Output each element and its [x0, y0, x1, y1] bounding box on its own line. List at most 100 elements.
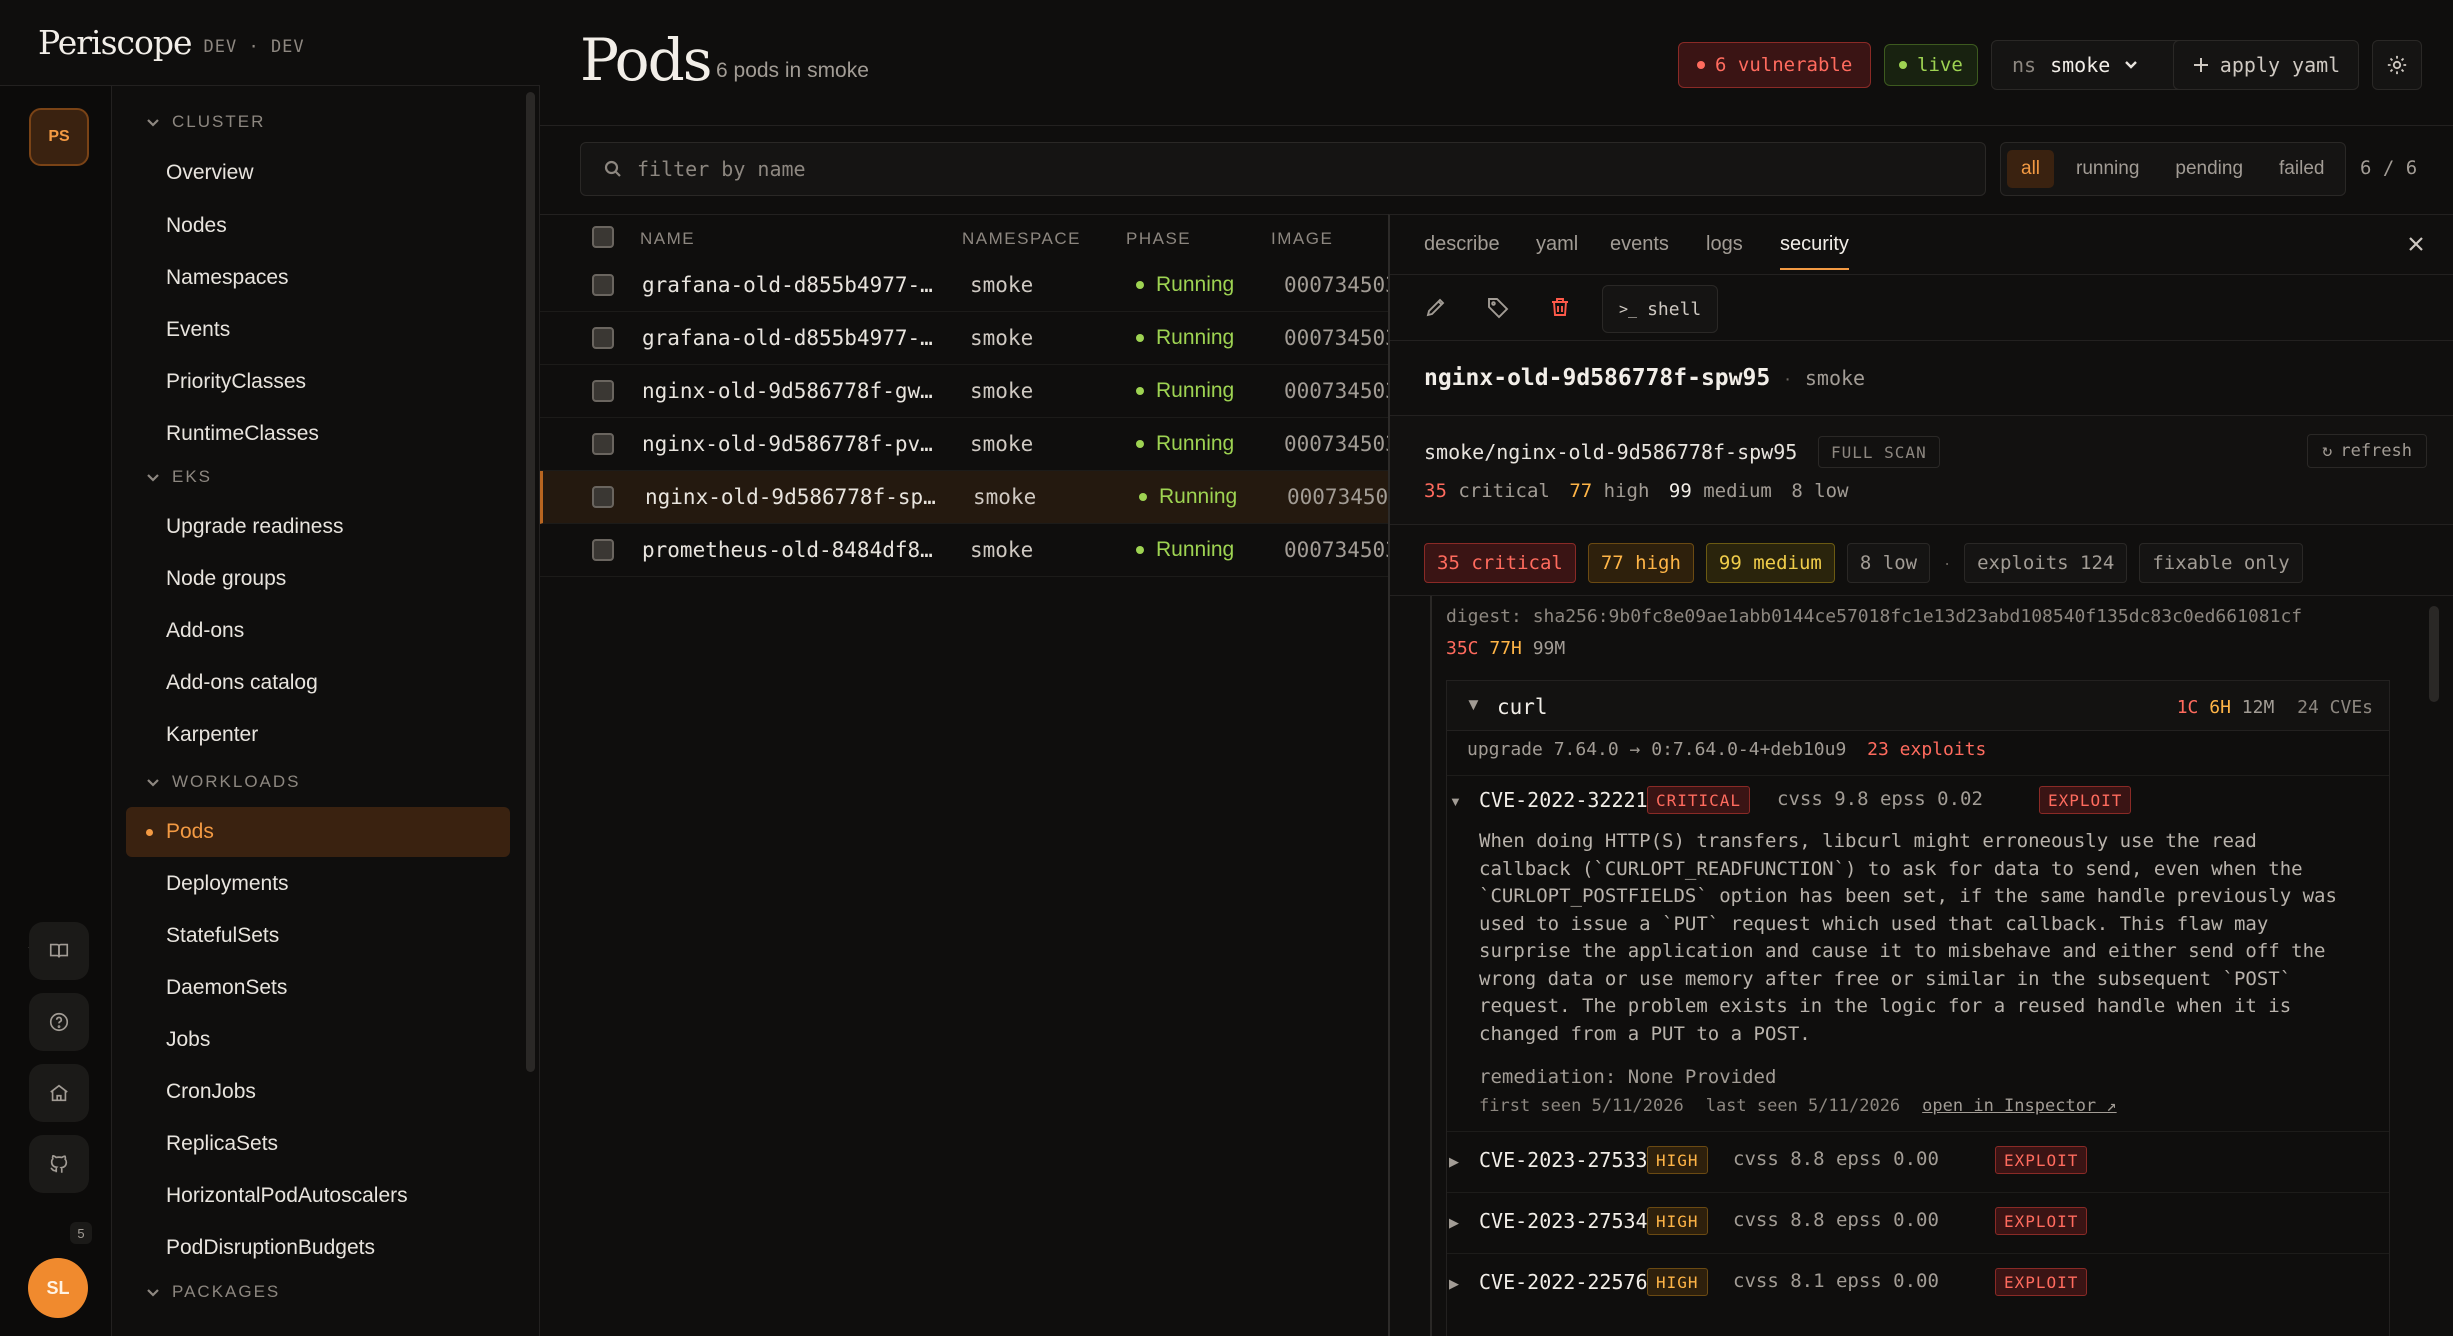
filter-failed[interactable]: failed: [2265, 150, 2338, 188]
sidebar-item-node-groups[interactable]: Node groups: [126, 554, 510, 604]
chip-critical[interactable]: 35 critical: [1424, 543, 1576, 583]
sidebar-item-nodes[interactable]: Nodes: [126, 201, 510, 251]
github-button[interactable]: [29, 1135, 89, 1193]
user-avatar[interactable]: SL: [28, 1258, 88, 1318]
column-header-phase[interactable]: PHASE: [1126, 229, 1191, 249]
pod-name-cell[interactable]: grafana-old-d855b4977-v…: [642, 273, 942, 297]
severity-summary: 35 critical 77 high 99 medium 8 low: [1424, 480, 1849, 502]
sidebar-item-events[interactable]: Events: [126, 305, 510, 355]
edit-button[interactable]: [1420, 291, 1452, 323]
vulnerable-badge[interactable]: 6 vulnerable: [1678, 42, 1872, 88]
filter-all[interactable]: all: [2007, 150, 2055, 188]
delete-button[interactable]: [1544, 291, 1576, 323]
package-header[interactable]: ▼ curl 1C 6H 12M 24 CVEs: [1447, 681, 2389, 731]
section-eks[interactable]: EKS: [146, 467, 212, 487]
sidebar-item-overview[interactable]: Overview: [126, 148, 510, 198]
column-header-image[interactable]: IMAGE: [1271, 229, 1333, 249]
sidebar-item-priorityclasses[interactable]: PriorityClasses: [126, 357, 510, 407]
running-dot: [1136, 281, 1144, 289]
sidebar-item-jobs[interactable]: Jobs: [126, 1015, 510, 1065]
table-row[interactable]: nginx-old-9d586778f-spw… smoke Running 0007…: [540, 471, 1388, 524]
table-row[interactable]: grafana-old-d855b4977-v… smoke Running 0007…: [540, 259, 1388, 312]
sidebar-item-deployments[interactable]: Deployments: [126, 859, 510, 909]
detail-toolbar: >_ shell: [1390, 275, 2453, 341]
home-button[interactable]: [29, 1064, 89, 1122]
medium-label: medium: [1703, 480, 1772, 502]
select-all-checkbox[interactable]: [592, 226, 614, 248]
namespace-select[interactable]: ns smoke: [1991, 40, 2201, 90]
sidebar-item-pods[interactable]: Pods: [126, 807, 510, 857]
package-exploit-count: 23 exploits: [1867, 739, 1987, 760]
namespace-cell: smoke: [970, 432, 1034, 456]
sidebar-item-add-ons[interactable]: Add-ons: [126, 606, 510, 656]
cve-id[interactable]: CVE-2022-32221: [1479, 788, 1648, 812]
row-checkbox[interactable]: [592, 433, 614, 455]
table-row[interactable]: grafana-old-d855b4977-x… smoke Running 0007…: [540, 312, 1388, 365]
pod-name-cell[interactable]: nginx-old-9d586778f-pvr…: [642, 432, 942, 456]
section-packages[interactable]: PACKAGES: [146, 1282, 280, 1302]
filter-pending[interactable]: pending: [2161, 150, 2257, 188]
filter-running[interactable]: running: [2062, 150, 2153, 188]
row-checkbox[interactable]: [592, 274, 614, 296]
row-checkbox[interactable]: [592, 539, 614, 561]
live-badge[interactable]: live: [1884, 44, 1978, 86]
table-row[interactable]: nginx-old-9d586778f-gwv… smoke Running 0007…: [540, 365, 1388, 418]
row-checkbox[interactable]: [592, 380, 614, 402]
table-row[interactable]: prometheus-old-8484df85… smoke Running 0007…: [540, 524, 1388, 577]
section-cluster[interactable]: CLUSTER: [146, 112, 265, 132]
row-checkbox[interactable]: [592, 327, 614, 349]
pod-name-cell[interactable]: prometheus-old-8484df85…: [642, 538, 942, 562]
cve-item[interactable]: ▶ CVE-2022-22576 HIGH cvss 8.1 epss 0.00…: [1447, 1253, 2389, 1314]
sidebar-item-pdb[interactable]: PodDisruptionBudgets: [126, 1223, 510, 1273]
pod-name-cell[interactable]: grafana-old-d855b4977-x…: [642, 326, 942, 350]
tab-events[interactable]: events: [1610, 233, 1669, 256]
collapse-triangle-icon[interactable]: ▼: [1449, 794, 1462, 809]
cve-item[interactable]: ▶ CVE-2023-27533 HIGH cvss 8.8 epss 0.00…: [1447, 1131, 2389, 1192]
workspace-avatar[interactable]: PS: [29, 108, 89, 166]
table-row[interactable]: nginx-old-9d586778f-pvr… smoke Running 0007…: [540, 418, 1388, 471]
help-button[interactable]: [29, 993, 89, 1051]
column-header-name[interactable]: NAME: [640, 229, 695, 249]
theme-toggle-button[interactable]: [2372, 40, 2422, 90]
sidebar-item-namespaces[interactable]: Namespaces: [126, 253, 510, 303]
sidebar-item-karpenter[interactable]: Karpenter: [126, 710, 510, 760]
sidebar-item-hpa[interactable]: HorizontalPodAutoscalers: [126, 1171, 510, 1221]
chip-exploits[interactable]: exploits 124: [1964, 543, 2128, 583]
column-header-namespace[interactable]: NAMESPACE: [962, 229, 1081, 249]
tab-yaml[interactable]: yaml: [1536, 233, 1578, 256]
high-label: high: [1603, 480, 1650, 502]
severity-tag: HIGH: [1647, 1268, 1708, 1296]
row-checkbox[interactable]: [592, 486, 614, 508]
sidebar-scrollbar[interactable]: [526, 92, 535, 1072]
refresh-button[interactable]: ↻ refresh: [2307, 434, 2427, 468]
open-in-inspector-link[interactable]: open in Inspector ↗: [1922, 1096, 2116, 1116]
shell-button[interactable]: >_ shell: [1602, 285, 1719, 333]
sidebar-item-upgrade-readiness[interactable]: Upgrade readiness: [126, 502, 510, 552]
labels-button[interactable]: [1482, 291, 1514, 323]
vulnerability-scrollbar[interactable]: [2429, 606, 2439, 702]
tab-describe[interactable]: describe: [1424, 233, 1500, 256]
chip-high[interactable]: 77 high: [1587, 543, 1694, 583]
chevron-down-icon: [147, 119, 159, 127]
docs-button[interactable]: [29, 922, 89, 980]
sidebar-item-add-ons-catalog[interactable]: Add-ons catalog: [126, 658, 510, 708]
sidebar-item-cronjobs[interactable]: CronJobs: [126, 1067, 510, 1117]
search-input[interactable]: [637, 157, 1937, 181]
pod-name-cell[interactable]: nginx-old-9d586778f-spw…: [645, 485, 945, 509]
chip-medium[interactable]: 99 medium: [1705, 543, 1835, 583]
chip-fixable-only[interactable]: fixable only: [2139, 543, 2303, 583]
cve-item[interactable]: ▶ CVE-2023-27534 HIGH cvss 8.8 epss 0.00…: [1447, 1192, 2389, 1253]
sidebar-item-daemonsets[interactable]: DaemonSets: [126, 963, 510, 1013]
sidebar-item-statefulsets[interactable]: StatefulSets: [126, 911, 510, 961]
tab-logs[interactable]: logs: [1706, 233, 1743, 256]
expand-triangle-icon: ▶: [1449, 1154, 1459, 1169]
section-workloads[interactable]: WORKLOADS: [146, 772, 301, 792]
sidebar-item-replicasets[interactable]: ReplicaSets: [126, 1119, 510, 1169]
sidebar-item-runtimeclasses[interactable]: RuntimeClasses: [126, 409, 510, 459]
apply-yaml-button[interactable]: apply yaml: [2173, 40, 2359, 90]
chip-low[interactable]: 8 low: [1846, 543, 1931, 583]
search-field[interactable]: [580, 142, 1986, 196]
pod-name-cell[interactable]: nginx-old-9d586778f-gwv…: [642, 379, 942, 403]
tab-security[interactable]: security: [1780, 233, 1849, 270]
close-panel-button[interactable]: [2405, 233, 2427, 255]
